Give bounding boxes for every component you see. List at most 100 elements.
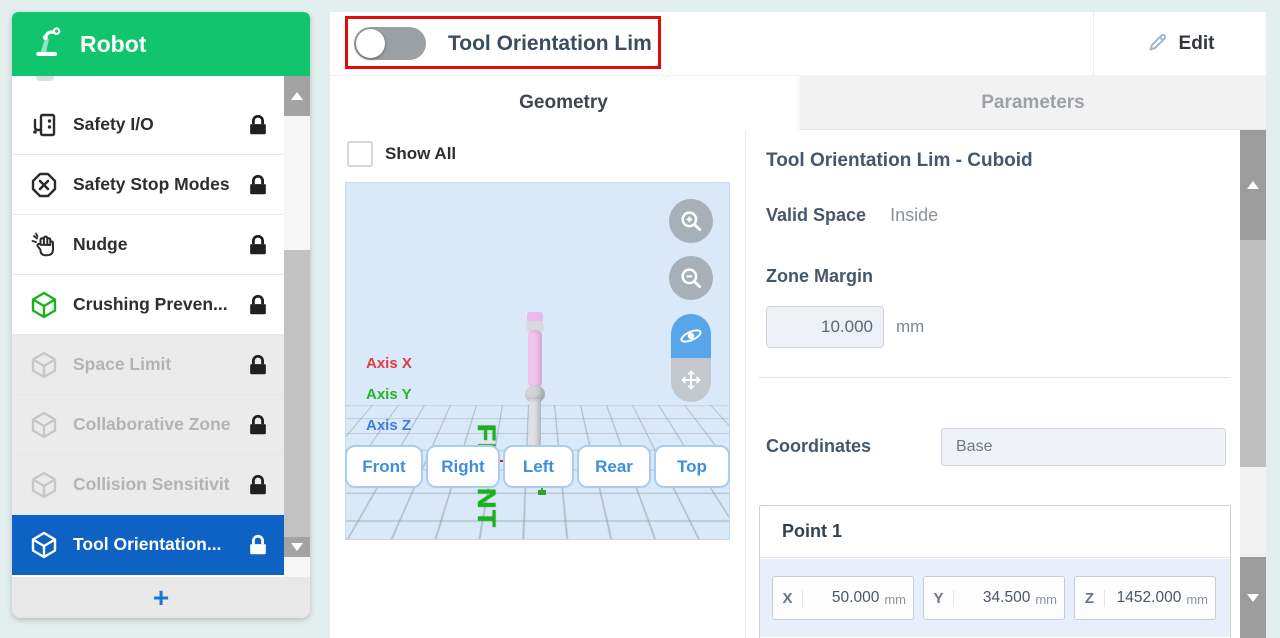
valid-space-row: Valid Space Inside — [766, 205, 938, 226]
main-panel: Tool Orientation Lim Edit Geometry Param… — [330, 12, 1266, 638]
edit-button-label: Edit — [1179, 33, 1215, 55]
tab-parameters[interactable]: Parameters — [800, 76, 1266, 130]
view-buttons: Front Right Left Rear Top — [345, 445, 730, 488]
sidebar-item-safety-io[interactable]: Safety I/O — [12, 95, 284, 155]
point-1-title: Point 1 — [760, 506, 1230, 558]
sidebar-item-safety-stop-modes[interactable]: Safety Stop Modes — [12, 155, 284, 215]
show-all-control: Show All — [347, 141, 456, 167]
show-all-checkbox[interactable] — [347, 141, 373, 167]
sidebar: Robot Safety I/O — [12, 12, 310, 618]
partial-item-icon — [36, 76, 54, 81]
plus-icon: + — [153, 584, 169, 612]
sidebar-item-tool-orientation[interactable]: Tool Orientation... — [12, 515, 284, 575]
io-icon — [30, 111, 58, 139]
view-rear-button[interactable]: Rear — [577, 445, 651, 488]
view-front-button[interactable]: Front — [345, 445, 423, 488]
tab-geometry[interactable]: Geometry — [330, 76, 797, 130]
sidebar-item-label: Collision Sensitivit — [73, 474, 230, 495]
details-scrollbar-thumb[interactable] — [1240, 240, 1266, 467]
cube-icon — [30, 531, 58, 559]
zoom-out-button[interactable] — [669, 256, 713, 300]
point-x-field[interactable]: X 50.000 mm — [772, 576, 914, 620]
view-right-button[interactable]: Right — [426, 445, 500, 488]
pan-mode-button[interactable] — [671, 358, 711, 402]
show-all-label: Show All — [385, 144, 456, 164]
lock-icon — [246, 173, 270, 197]
magnifier-plus-icon — [678, 208, 704, 234]
sidebar-header: Robot — [12, 12, 310, 76]
point-z-field[interactable]: Z 1452.000 mm — [1074, 576, 1216, 620]
sidebar-item-crushing-prevention[interactable]: Crushing Preven... — [12, 275, 284, 335]
coordinates-select[interactable]: Base — [941, 428, 1226, 466]
scroll-up-button[interactable] — [284, 76, 310, 116]
zone-margin-input[interactable]: 10.000 — [766, 306, 884, 348]
sidebar-title: Robot — [80, 31, 146, 58]
robot-arm-icon — [30, 24, 66, 65]
move-arrows-icon — [679, 368, 703, 392]
zone-title: Tool Orientation Lim - Cuboid — [766, 150, 1033, 172]
sidebar-item-label: Safety Stop Modes — [73, 174, 230, 195]
tool-orientation-toggle[interactable] — [354, 27, 426, 60]
cube-icon — [30, 411, 58, 439]
zone-margin-unit: mm — [896, 317, 924, 337]
orbit-icon — [678, 323, 704, 349]
z-value: 1452.000 — [1105, 589, 1185, 607]
lock-icon — [246, 473, 270, 497]
geometry-panel: Show All Axis X Axis Y Axis Z FRONT — [330, 130, 745, 638]
add-zone-button[interactable]: + — [12, 577, 310, 618]
cube-icon — [30, 351, 58, 379]
sidebar-item-collaborative-zone[interactable]: Collaborative Zone — [12, 395, 284, 455]
y-axis-marker-cap — [538, 490, 546, 495]
triangle-down-icon — [291, 543, 303, 551]
toggle-knob — [356, 29, 385, 58]
view-left-button[interactable]: Left — [503, 445, 574, 488]
scroll-down-button[interactable] — [1240, 557, 1266, 638]
sidebar-item-label: Safety I/O — [73, 114, 154, 135]
rotate-mode-button[interactable] — [671, 314, 711, 358]
triangle-down-icon — [1247, 594, 1259, 602]
point-1-card: Point 1 X 50.000 mm Y 34.500 mm — [759, 505, 1231, 638]
z-unit: mm — [1186, 592, 1208, 607]
axis-y-label: Axis Y — [366, 386, 412, 403]
robot-arm-link — [528, 330, 542, 388]
lock-icon — [246, 113, 270, 137]
view-top-button[interactable]: Top — [654, 445, 730, 488]
section-divider — [759, 377, 1230, 378]
sidebar-item-label: Tool Orientation... — [73, 534, 221, 555]
lock-icon — [246, 293, 270, 317]
lock-icon — [246, 233, 270, 257]
triangle-up-icon — [1247, 181, 1259, 189]
y-label: Y — [924, 590, 954, 607]
y-value: 34.500 — [954, 589, 1034, 607]
sidebar-scrollbar-thumb[interactable] — [284, 250, 310, 557]
cube-icon — [30, 471, 58, 499]
coordinates-label: Coordinates — [766, 436, 871, 457]
tab-bar: Geometry Parameters — [330, 76, 1266, 130]
topbar: Tool Orientation Lim Edit — [330, 12, 1266, 76]
zoom-in-button[interactable] — [669, 199, 713, 243]
z-label: Z — [1075, 590, 1105, 607]
lock-icon — [246, 353, 270, 377]
triangle-up-icon — [291, 92, 303, 100]
sidebar-item-label: Space Limit — [73, 354, 171, 375]
point-y-field[interactable]: Y 34.500 mm — [923, 576, 1065, 620]
x-unit: mm — [884, 592, 906, 607]
pencil-icon — [1146, 30, 1170, 59]
sidebar-item-nudge[interactable]: Nudge — [12, 215, 284, 275]
cube-icon — [30, 291, 58, 319]
axis-z-label: Axis Z — [366, 417, 411, 434]
sidebar-item-label: Crushing Preven... — [73, 294, 228, 315]
axis-x-label: Axis X — [366, 355, 412, 372]
tab-content: Show All Axis X Axis Y Axis Z FRONT — [330, 130, 1266, 638]
robot-settings-screen: Robot Safety I/O — [0, 0, 1280, 638]
scroll-up-button[interactable] — [1240, 130, 1266, 240]
sidebar-scrollbar[interactable] — [284, 76, 310, 577]
edit-button[interactable]: Edit — [1094, 12, 1266, 76]
sidebar-item-collision-sensitivity[interactable]: Collision Sensitivit — [12, 455, 284, 515]
sidebar-item-label: Nudge — [73, 234, 127, 255]
sidebar-item-space-limit[interactable]: Space Limit — [12, 335, 284, 395]
toggle-label: Tool Orientation Lim — [448, 12, 652, 76]
scroll-down-button[interactable] — [284, 537, 310, 557]
details-scrollbar[interactable] — [1240, 130, 1266, 638]
view-mode-toggle — [671, 314, 711, 402]
